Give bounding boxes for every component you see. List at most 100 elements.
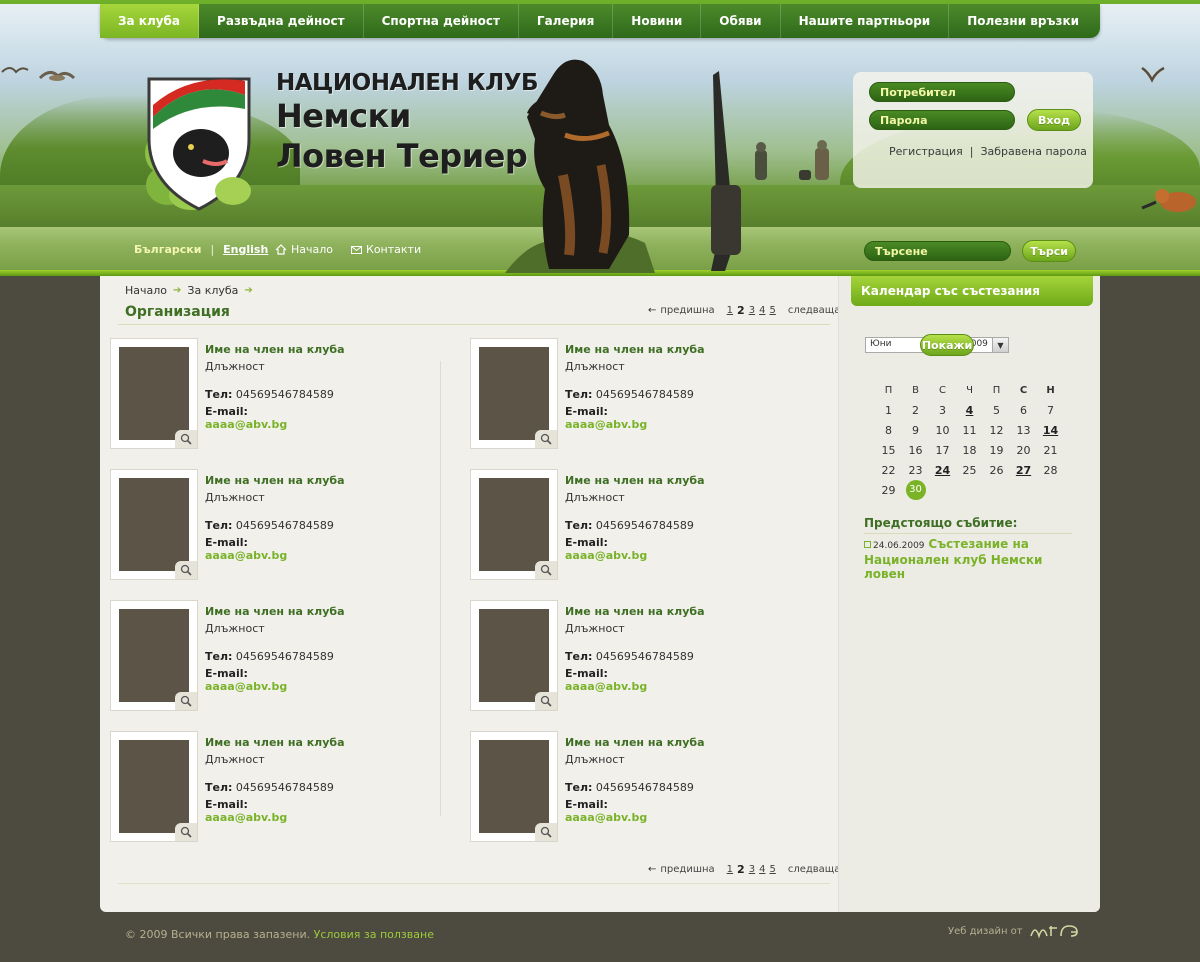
magnifier-icon[interactable] xyxy=(535,823,557,841)
calendar-day: 19 xyxy=(989,443,1004,457)
pager-page-3[interactable]: 3 xyxy=(749,864,755,875)
pager-page-3[interactable]: 3 xyxy=(749,305,755,316)
terms-link[interactable]: Условия за ползване xyxy=(314,928,434,941)
page-title: Организация xyxy=(125,304,230,320)
member-name[interactable]: Име на член на клуба xyxy=(205,343,345,356)
member-name[interactable]: Име на член на клуба xyxy=(205,736,345,749)
member-name[interactable]: Име на член на клуба xyxy=(565,605,705,618)
weekday-label: С xyxy=(939,384,946,396)
lang-english[interactable]: English xyxy=(223,243,268,256)
member-email[interactable]: aaaa@abv.bg xyxy=(205,549,287,562)
calendar-week: 1 2 345 6 7 xyxy=(875,400,1064,420)
member-photo-frame[interactable] xyxy=(110,338,198,449)
lang-bulgarian[interactable]: Български xyxy=(134,243,201,256)
member-email[interactable]: aaaa@abv.bg xyxy=(205,811,287,824)
search-button[interactable]: Търси xyxy=(1022,240,1076,262)
club-title-line2: Немски xyxy=(276,97,411,135)
search-input[interactable]: Търсене xyxy=(864,241,1011,261)
pager-prev[interactable]: предишна xyxy=(660,305,714,316)
member-card: Име на член на клуба Длъжност Тел: 0456954… xyxy=(110,338,460,450)
main-navigation: За клуба Развъдна дейност Спортна дейнос… xyxy=(100,4,1100,38)
calendar-day: 25 xyxy=(962,463,977,477)
calendar-day[interactable]: 30 xyxy=(902,480,929,500)
nav-item-about[interactable]: За клуба xyxy=(100,4,200,38)
member-position: Длъжност xyxy=(205,753,265,766)
nav-item-links[interactable]: Полезни връзки xyxy=(949,4,1097,38)
magnifier-icon[interactable] xyxy=(175,692,197,710)
pager-page-1[interactable]: 1 xyxy=(727,864,733,875)
member-email[interactable]: aaaa@abv.bg xyxy=(565,549,647,562)
contacts-link[interactable]: Контакти xyxy=(351,243,421,256)
calendar-grid: П В С Ч П С Н 1 2 3 4 5 6 7 8 9 10 11 12 13 14 15 16 17 1… xyxy=(875,380,1064,500)
pager-top: ← предишна 1 2 3 4 5 следваща → xyxy=(648,304,853,317)
weekday-label: С xyxy=(1019,384,1028,396)
calendar-day[interactable]: 24 xyxy=(929,464,956,477)
weekday-label: В xyxy=(912,384,919,396)
show-calendar-button[interactable]: Покажи xyxy=(920,334,974,356)
breadcrumb-arrow-icon: ➔ xyxy=(173,285,182,296)
pager-next[interactable]: следваща xyxy=(788,305,841,316)
calendar-day[interactable]: 14 xyxy=(1037,424,1064,437)
calendar-day: 2 xyxy=(912,403,919,417)
member-photo-frame[interactable] xyxy=(470,469,558,580)
member-name[interactable]: Име на член на клуба xyxy=(565,343,705,356)
member-email[interactable]: aaaa@abv.bg xyxy=(565,418,647,431)
calendar-day: 15 xyxy=(881,443,896,457)
pager-prev[interactable]: предишна xyxy=(660,864,714,875)
pager-page-4[interactable]: 4 xyxy=(759,864,765,875)
magnifier-icon[interactable] xyxy=(175,823,197,841)
member-photo-frame[interactable] xyxy=(110,731,198,842)
member-photo-frame[interactable] xyxy=(110,600,198,711)
magnifier-icon[interactable] xyxy=(535,561,557,579)
envelope-icon xyxy=(351,245,363,254)
member-name[interactable]: Име на член на клуба xyxy=(205,605,345,618)
member-email[interactable]: aaaa@abv.bg xyxy=(565,811,647,824)
calendar-day[interactable]: 27 xyxy=(1010,464,1037,477)
contacts-link-label: Контакти xyxy=(366,243,422,256)
designer-logo[interactable]: mfg xyxy=(1029,922,1085,940)
magnifier-icon[interactable] xyxy=(535,692,557,710)
forgot-password-link[interactable]: Забравена парола xyxy=(980,145,1086,158)
member-photo-frame[interactable] xyxy=(470,600,558,711)
magnifier-icon[interactable] xyxy=(175,430,197,448)
breadcrumb-home[interactable]: Начало xyxy=(125,284,167,297)
member-name[interactable]: Име на член на клуба xyxy=(565,736,705,749)
member-photo-frame[interactable] xyxy=(470,338,558,449)
pager-page-4[interactable]: 4 xyxy=(759,305,765,316)
phone-label: Тел: xyxy=(565,388,593,401)
pager-page-1[interactable]: 1 xyxy=(727,305,733,316)
member-email[interactable]: aaaa@abv.bg xyxy=(205,680,287,693)
calendar-day[interactable]: 4 xyxy=(956,404,983,417)
username-input[interactable]: Потребител xyxy=(869,82,1015,102)
calendar-header: Календар със състезания xyxy=(851,276,1093,306)
design-by-text: Уеб дизайн от xyxy=(948,925,1023,937)
member-email[interactable]: aaaa@abv.bg xyxy=(205,418,287,431)
member-photo xyxy=(479,478,549,571)
nav-item-sport[interactable]: Спортна дейност xyxy=(364,4,519,38)
login-button[interactable]: Вход xyxy=(1027,109,1081,131)
register-link[interactable]: Регистрация xyxy=(889,145,963,158)
home-link[interactable]: Начало xyxy=(275,243,333,256)
breadcrumb-current[interactable]: За клуба xyxy=(187,284,238,297)
member-photo-frame[interactable] xyxy=(110,469,198,580)
pager-next[interactable]: следваща xyxy=(788,864,841,875)
nav-item-partners[interactable]: Нашите партньори xyxy=(781,4,950,38)
nav-item-ads[interactable]: Обяви xyxy=(701,4,781,38)
club-title: НАЦИОНАЛЕН КЛУБ Немски Ловен Териер xyxy=(276,70,538,175)
member-photo-frame[interactable] xyxy=(470,731,558,842)
calendar-day: 20 xyxy=(1016,443,1031,457)
nav-item-gallery[interactable]: Галерия xyxy=(519,4,614,38)
member-name[interactable]: Име на член на клуба xyxy=(565,474,705,487)
magnifier-icon[interactable] xyxy=(175,561,197,579)
calendar-weekdays: П В С Ч П С Н xyxy=(875,380,1064,400)
pager-page-5[interactable]: 5 xyxy=(769,864,775,875)
magnifier-icon[interactable] xyxy=(535,430,557,448)
member-name[interactable]: Име на член на клуба xyxy=(205,474,345,487)
nav-item-breeding[interactable]: Развъдна дейност xyxy=(199,4,364,38)
nav-item-news[interactable]: Новини xyxy=(613,4,702,38)
pager-page-2: 2 xyxy=(737,304,745,317)
pager-page-5[interactable]: 5 xyxy=(769,305,775,316)
member-email[interactable]: aaaa@abv.bg xyxy=(565,680,647,693)
language-switcher: Български | English xyxy=(134,243,268,256)
password-input[interactable]: Парола xyxy=(869,110,1015,130)
